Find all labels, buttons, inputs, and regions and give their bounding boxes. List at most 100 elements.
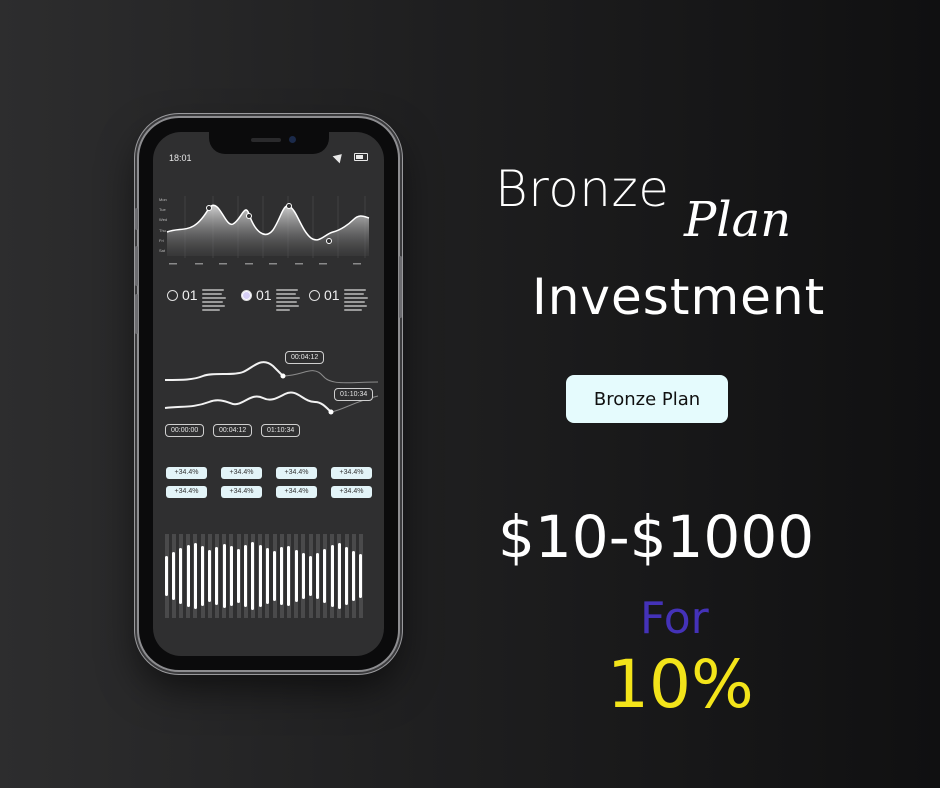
timeline-curves	[164, 361, 379, 415]
chart-point	[286, 203, 292, 209]
speaker-grille	[250, 138, 281, 142]
chart-day-label: Wed	[159, 217, 167, 222]
bronze-plan-button[interactable]: Bronze Plan	[566, 375, 728, 423]
waveform-bar	[251, 542, 255, 610]
waveform-bar	[301, 553, 305, 599]
location-icon	[332, 150, 346, 164]
timeline-curve-lower	[164, 391, 332, 413]
time-button[interactable]: 01:10:34	[261, 424, 301, 437]
list-item-number: 01	[324, 287, 340, 303]
pct-badge[interactable]: +34.4%	[276, 467, 317, 479]
battery-icon	[354, 153, 368, 161]
waveform-bar	[222, 544, 226, 608]
timeline-tag-lower: 01:10:34	[334, 388, 374, 401]
chart-x-tick	[295, 263, 303, 265]
pct-badge[interactable]: +34.4%	[276, 486, 317, 498]
waveform-bar	[337, 543, 341, 609]
waveform-bar	[258, 545, 262, 607]
chart-x-tick	[269, 263, 277, 265]
chart-day-labels: Mon Tue Wed Thu Fri Sat	[159, 197, 167, 253]
waveform-bar	[352, 551, 356, 601]
chart-day-label: Fri	[159, 238, 164, 243]
waveform-bar	[316, 553, 320, 599]
chart-point	[206, 205, 212, 211]
pct-badge[interactable]: +34.4%	[221, 467, 262, 479]
chart-x-ticks	[169, 263, 361, 265]
waveform-bar	[244, 545, 248, 607]
list-item-text-lines	[275, 289, 300, 311]
list-item-text-lines	[343, 289, 368, 311]
list-item-text-lines	[201, 289, 226, 311]
phone-mute-switch	[135, 208, 138, 230]
pct-badge[interactable]: +34.4%	[166, 486, 207, 498]
camera-icon	[288, 136, 296, 143]
chart-point	[246, 213, 252, 219]
radio-button-selected[interactable]	[241, 290, 252, 301]
list-rows: 01 01 01	[153, 288, 384, 328]
chart-x-tick	[195, 263, 203, 265]
chart-point	[326, 238, 332, 244]
waveform-bar	[179, 548, 183, 604]
radio-button[interactable]	[167, 290, 178, 301]
radio-button[interactable]	[309, 290, 320, 301]
headline-investment: Investment	[532, 268, 826, 326]
waveform-bar	[330, 545, 334, 607]
chart-x-tick	[319, 263, 327, 265]
waveform-bar	[201, 546, 204, 606]
waveform-bar	[208, 550, 212, 602]
waveform-bar	[287, 546, 291, 606]
pct-badge[interactable]: +34.4%	[166, 467, 207, 479]
phone-power-button	[399, 256, 402, 318]
timeline-marker[interactable]	[328, 409, 334, 415]
waveform-bar	[193, 543, 197, 609]
for-label: For	[640, 593, 709, 644]
phone-volume-up	[135, 246, 138, 286]
list-item[interactable]: 01	[167, 288, 226, 311]
timeline-curve-upper	[164, 361, 284, 381]
headline-plan: Plan	[684, 192, 792, 248]
chart-x-tick	[353, 263, 361, 265]
waveform-bar	[323, 549, 327, 603]
chart-day-label: Sat	[159, 248, 166, 253]
headline-bronze: Bronze	[495, 160, 670, 218]
time-button[interactable]: 00:04:12	[213, 424, 253, 437]
waveform-bar	[186, 545, 190, 607]
timeline-marker[interactable]	[280, 373, 286, 379]
status-time: 18:01	[169, 153, 192, 163]
waveform-bar	[309, 556, 312, 596]
waveform-bar	[294, 550, 298, 602]
chart-x-tick	[245, 263, 253, 265]
waveform-bar	[165, 556, 168, 596]
waveform-bar	[215, 547, 219, 605]
list-item[interactable]: 01	[309, 288, 368, 311]
pct-badge[interactable]: +34.4%	[221, 486, 262, 498]
list-item[interactable]: 01	[241, 288, 300, 311]
status-icons	[332, 150, 368, 164]
waveform-bar	[273, 551, 276, 601]
chart-day-label: Tue	[159, 207, 167, 212]
timeline-curve-upper-rest	[282, 370, 379, 384]
waveform-bar	[237, 549, 240, 603]
list-item-number: 01	[256, 287, 272, 303]
waveform-bar	[172, 552, 176, 600]
time-button[interactable]: 00:00:00	[165, 424, 205, 437]
chart-day-label: Thu	[159, 228, 166, 233]
timeline-tag-upper: 00:04:12	[285, 351, 325, 364]
waveform-bar	[265, 548, 269, 604]
return-percent: 10%	[607, 646, 754, 723]
waveform-bar	[359, 554, 363, 598]
phone-volume-down	[135, 294, 138, 334]
chart-day-label: Mon	[159, 197, 167, 202]
list-item-number: 01	[182, 287, 198, 303]
area-chart: Mon Tue Wed Thu Fri Sat	[159, 196, 370, 265]
phone-mockup: 18:01 Mon Tue Wed Thu Fri Sat 01 01 01 0…	[135, 118, 402, 670]
chart-x-tick	[219, 263, 227, 265]
pct-badge[interactable]: +34.4%	[331, 467, 372, 479]
audio-waveform	[153, 532, 384, 622]
price-range: $10-$1000	[498, 503, 815, 571]
chart-x-tick	[169, 263, 177, 265]
pct-badge[interactable]: +34.4%	[331, 486, 372, 498]
phone-screen: 18:01 Mon Tue Wed Thu Fri Sat 01 01 01 0…	[153, 132, 384, 656]
waveform-bar	[280, 547, 284, 605]
waveform-bar	[345, 547, 348, 605]
